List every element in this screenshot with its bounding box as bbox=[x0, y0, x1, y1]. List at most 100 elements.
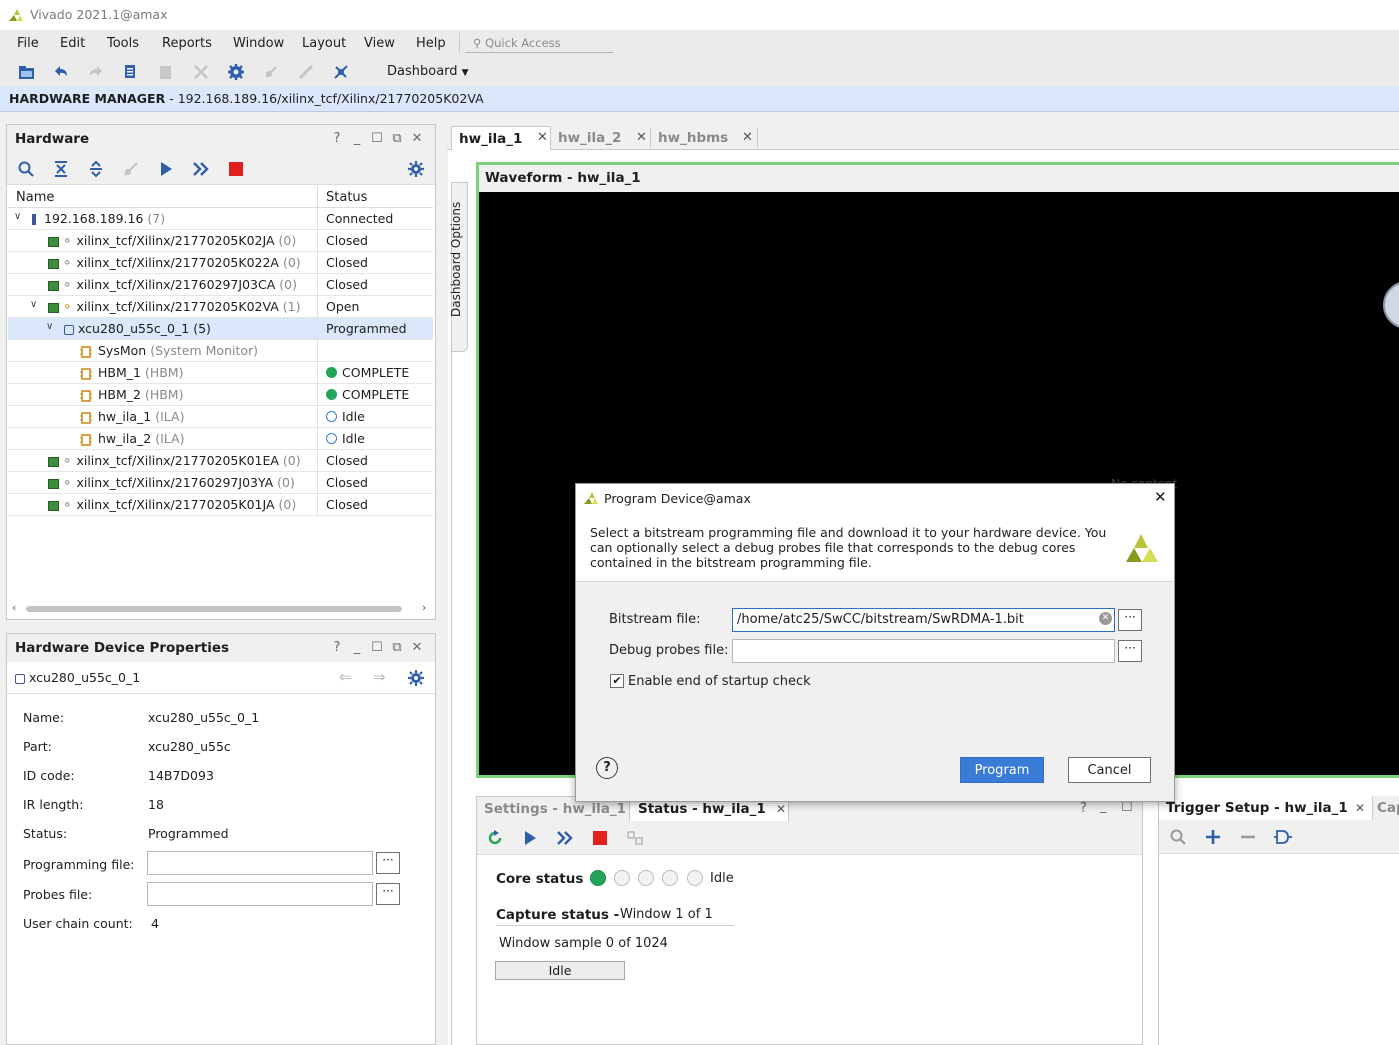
tree-row[interactable]: SysMon (System Monitor) bbox=[8, 340, 433, 362]
remove-icon[interactable] bbox=[1239, 828, 1257, 846]
gear-icon[interactable] bbox=[407, 669, 425, 687]
tab-hw-ila-1[interactable]: hw_ila_1 bbox=[451, 126, 551, 153]
copy-icon[interactable] bbox=[121, 62, 141, 82]
scrollbar-thumb[interactable] bbox=[26, 606, 402, 612]
help-icon[interactable]: ? bbox=[596, 757, 618, 779]
stop-icon[interactable] bbox=[591, 829, 609, 847]
undo-icon[interactable] bbox=[51, 62, 71, 82]
menu-tools[interactable]: Tools bbox=[107, 36, 139, 51]
tab-hw-ila-2[interactable]: hw_ila_2 bbox=[551, 126, 621, 150]
minimize-icon[interactable]: _ bbox=[347, 640, 367, 655]
tree-row[interactable]: ∨ 192.168.189.16 (7) Connected bbox=[8, 208, 433, 230]
stop-icon[interactable] bbox=[227, 160, 245, 178]
probes-file-browse-button[interactable]: ··· bbox=[376, 883, 400, 905]
tree-row[interactable]: ⚬ xilinx_tcf/Xilinx/21770205K01EA (0) Cl… bbox=[8, 450, 433, 472]
float-icon[interactable]: ⧉ bbox=[387, 640, 407, 655]
settings-gear-icon[interactable] bbox=[226, 62, 246, 82]
run-trigger-icon[interactable] bbox=[521, 829, 539, 847]
delete-icon[interactable] bbox=[191, 62, 211, 82]
scroll-right-icon[interactable]: › bbox=[422, 601, 426, 614]
run-immediate-icon[interactable] bbox=[192, 160, 210, 178]
minimize-icon[interactable]: _ bbox=[347, 131, 367, 146]
programming-file-input[interactable] bbox=[147, 851, 373, 875]
waveform-overlay-icon[interactable] bbox=[1383, 281, 1399, 329]
tab-capture[interactable]: Cap bbox=[1377, 800, 1399, 816]
help-icon[interactable]: ? bbox=[327, 640, 347, 655]
cancel-button[interactable]: Cancel bbox=[1068, 757, 1151, 783]
menu-file[interactable]: File bbox=[17, 36, 39, 51]
run-immediate-icon[interactable] bbox=[556, 829, 574, 847]
column-name[interactable]: Name bbox=[16, 190, 54, 205]
probes-file-input[interactable] bbox=[147, 882, 373, 906]
tree-row[interactable]: ⚬ xilinx_tcf/Xilinx/21760297J03YA (0) Cl… bbox=[8, 472, 433, 494]
menu-window[interactable]: Window bbox=[233, 36, 284, 51]
menu-edit[interactable]: Edit bbox=[60, 36, 85, 51]
close-icon[interactable]: ✕ bbox=[776, 802, 786, 816]
bug-disabled-icon[interactable] bbox=[261, 62, 281, 82]
float-icon[interactable]: ⧉ bbox=[387, 131, 407, 146]
quick-access-search[interactable]: ⚲ Quick Access bbox=[459, 33, 613, 53]
close-icon[interactable]: ✕ bbox=[537, 130, 548, 145]
close-icon[interactable]: ✕ bbox=[636, 130, 647, 145]
tree-row[interactable]: ⚬ xilinx_tcf/Xilinx/21770205K02JA (0) Cl… bbox=[8, 230, 433, 252]
clear-input-icon[interactable]: ✕ bbox=[1099, 612, 1112, 625]
menu-layout[interactable]: Layout bbox=[302, 36, 346, 51]
add-icon[interactable] bbox=[1204, 828, 1222, 846]
search-icon[interactable] bbox=[1169, 828, 1187, 846]
help-icon[interactable]: ? bbox=[327, 131, 347, 146]
debug-probes-input[interactable] bbox=[732, 639, 1115, 663]
refresh-icon[interactable] bbox=[486, 829, 504, 847]
forward-arrow-icon[interactable]: ⇒ bbox=[373, 668, 386, 686]
maximize-icon[interactable]: ☐ bbox=[367, 131, 387, 146]
program-button[interactable]: Program bbox=[960, 757, 1044, 783]
menu-help[interactable]: Help bbox=[416, 36, 446, 51]
tab-trigger-setup[interactable]: Trigger Setup - hw_ila_1 ✕ bbox=[1159, 796, 1373, 821]
maximize-icon[interactable]: ☐ bbox=[1121, 800, 1133, 815]
run-trigger-icon[interactable] bbox=[157, 160, 175, 178]
chevron-down-icon[interactable]: ∨ bbox=[46, 321, 53, 332]
tree-row[interactable]: hw_ila_2 (ILA) Idle bbox=[8, 428, 433, 450]
horizontal-scrollbar[interactable]: ‹ › bbox=[10, 601, 434, 617]
tree-row[interactable]: ⚬ xilinx_tcf/Xilinx/21770205K01JA (0) Cl… bbox=[8, 494, 433, 516]
close-icon[interactable]: ✕ bbox=[1355, 801, 1365, 815]
tree-row[interactable]: hw_ila_1 (ILA) Idle bbox=[8, 406, 433, 428]
export-icon[interactable] bbox=[626, 829, 644, 847]
open-folder-icon[interactable] bbox=[17, 62, 37, 82]
column-status[interactable]: Status bbox=[317, 186, 367, 208]
dashboard-options-tab[interactable]: Dashboard Options bbox=[449, 182, 468, 352]
close-icon[interactable]: ✕ bbox=[407, 640, 427, 655]
dashboard-dropdown[interactable]: Dashboard ▼ bbox=[387, 64, 469, 79]
tree-row[interactable]: HBM_1 (HBM) COMPLETE bbox=[8, 362, 433, 384]
auto-connect-icon[interactable] bbox=[122, 160, 140, 178]
probe-disabled-icon[interactable] bbox=[296, 62, 316, 82]
programming-file-browse-button[interactable]: ··· bbox=[376, 852, 400, 874]
chevron-down-icon[interactable]: ∨ bbox=[14, 211, 21, 222]
debug-tool-icon[interactable] bbox=[331, 62, 351, 82]
maximize-icon[interactable]: ☐ bbox=[367, 640, 387, 655]
menu-reports[interactable]: Reports bbox=[162, 36, 212, 51]
help-icon[interactable]: ? bbox=[1080, 801, 1087, 816]
scroll-left-icon[interactable]: ‹ bbox=[12, 601, 16, 614]
tree-row-selected[interactable]: ∨ xcu280_u55c_0_1 (5) Programmed bbox=[8, 318, 433, 340]
dialog-close-icon[interactable]: ✕ bbox=[1154, 488, 1167, 506]
bitstream-browse-button[interactable]: ··· bbox=[1118, 609, 1142, 631]
close-icon[interactable]: ✕ bbox=[742, 130, 753, 145]
paste-icon[interactable] bbox=[156, 62, 176, 82]
tab-hw-hbms[interactable]: hw_hbms bbox=[651, 126, 728, 150]
tree-row[interactable]: ⚬ xilinx_tcf/Xilinx/21760297J03CA (0) Cl… bbox=[8, 274, 433, 296]
startup-check-checkbox[interactable]: ✔ bbox=[610, 674, 624, 688]
logic-gate-icon[interactable] bbox=[1274, 828, 1292, 846]
menu-view[interactable]: View bbox=[364, 36, 395, 51]
tree-row[interactable]: ⚬ xilinx_tcf/Xilinx/21770205K022A (0) Cl… bbox=[8, 252, 433, 274]
back-arrow-icon[interactable]: ⇐ bbox=[339, 668, 352, 686]
tree-row[interactable]: HBM_2 (HBM) COMPLETE bbox=[8, 384, 433, 406]
search-icon[interactable] bbox=[17, 160, 35, 178]
debug-probes-browse-button[interactable]: ··· bbox=[1118, 640, 1142, 662]
gear-icon[interactable] bbox=[407, 160, 425, 178]
tab-settings[interactable]: Settings - hw_ila_1 bbox=[484, 801, 626, 817]
bitstream-file-input[interactable]: /home/atc25/SwCC/bitstream/SwRDMA-1.bit … bbox=[732, 608, 1115, 632]
collapse-all-icon[interactable] bbox=[52, 160, 70, 178]
tree-row[interactable]: ∨ ⚬ xilinx_tcf/Xilinx/21770205K02VA (1) … bbox=[8, 296, 433, 318]
redo-icon[interactable] bbox=[86, 62, 106, 82]
close-icon[interactable]: ✕ bbox=[407, 131, 427, 146]
